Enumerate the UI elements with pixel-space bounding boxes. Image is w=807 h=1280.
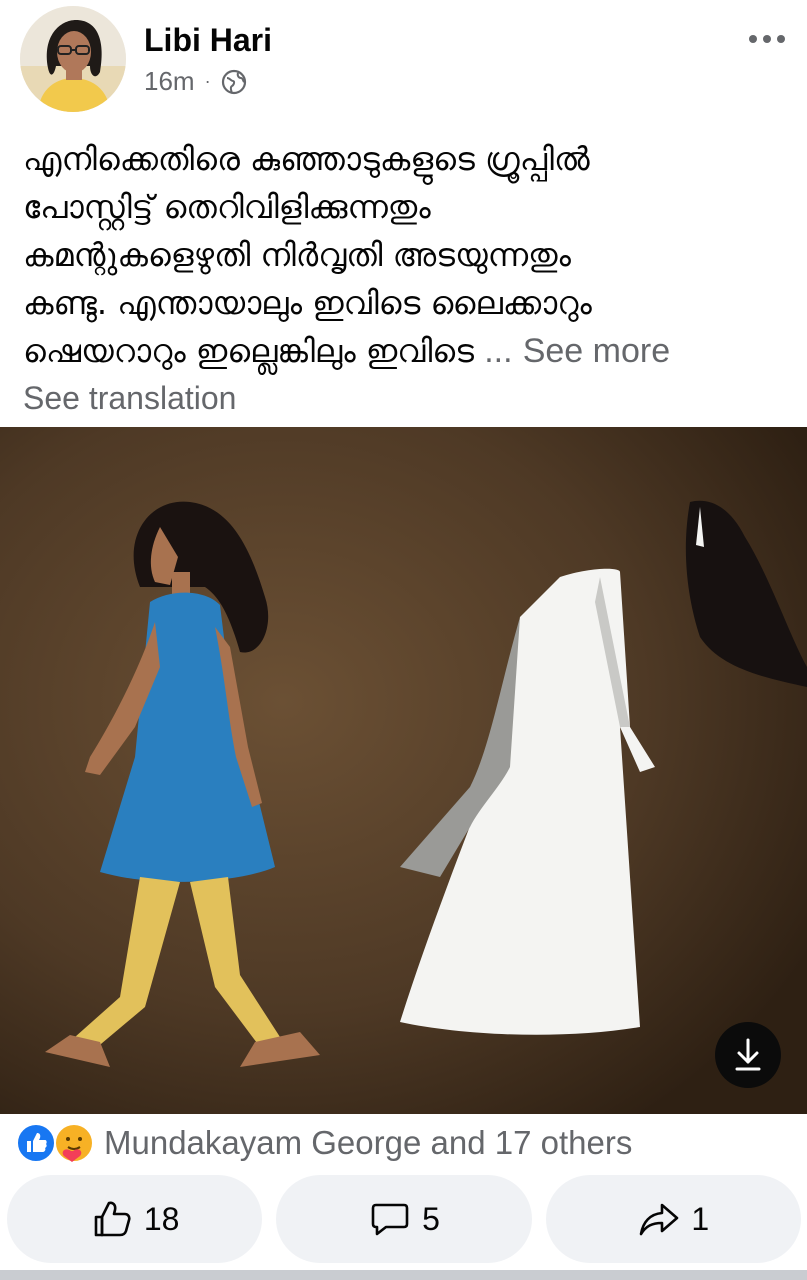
post-text: എനിക്കെതിരെ കുഞ്ഞാടുകളുടെ ഗ്രൂപ്പിൽ പോസ്… <box>23 135 793 375</box>
post-image[interactable] <box>0 427 807 1114</box>
like-icon <box>16 1123 56 1163</box>
author-name[interactable]: Libi Hari <box>144 22 272 59</box>
comment-button[interactable]: 5 <box>276 1175 532 1263</box>
reaction-summary-text: Mundakayam George and 17 others <box>104 1124 633 1161</box>
post-text-line: കമന്റുകളെഴുതി നിർവൃതി അടയുന്നതും <box>23 236 571 274</box>
reaction-icons <box>16 1121 100 1165</box>
post-divider <box>0 1270 807 1280</box>
post-text-line: കണ്ടു. എന്തായാലും ഇവിടെ ലൈക്കാറും <box>23 284 592 322</box>
download-icon <box>735 1038 761 1071</box>
download-button[interactable] <box>715 1022 781 1088</box>
post-text-line: എനിക്കെതിരെ കുഞ്ഞാടുകളുടെ ഗ്രൂപ്പിൽ <box>23 140 590 178</box>
globe-icon[interactable] <box>221 69 247 95</box>
comment-icon <box>371 1203 409 1236</box>
reactions-summary[interactable]: Mundakayam George and 17 others <box>16 1120 632 1166</box>
meta-separator: · <box>204 71 211 91</box>
share-button[interactable]: 1 <box>545 1175 801 1263</box>
like-button[interactable]: 18 <box>7 1175 263 1263</box>
ellipsis: ... <box>484 332 513 370</box>
post-meta: 16m · <box>144 66 247 97</box>
share-icon <box>640 1203 679 1236</box>
comment-count: 5 <box>422 1200 440 1237</box>
like-count: 18 <box>143 1200 180 1237</box>
see-more-link[interactable]: See more <box>523 332 670 370</box>
action-bar: 18 5 1 <box>7 1175 801 1263</box>
post-text-line: ഷെയറാറും ഇല്ലെങ്കിലും ഇവിടെ <box>23 332 475 370</box>
post-text-line-last: ഷെയറാറും ഇല്ലെങ്കിലും ഇവിടെ ... See more <box>23 327 793 375</box>
more-horizontal-icon[interactable] <box>747 24 787 54</box>
care-icon <box>54 1123 94 1163</box>
post-time[interactable]: 16m <box>144 66 195 97</box>
post-illustration <box>0 427 807 1114</box>
facebook-post: Libi Hari 16m · എനിക്കെതിരെ കുഞ്ഞാടുകളുട… <box>0 0 807 1280</box>
post-text-line: പോസ്റ്റിട്ട് തെറിവിളിക്കുന്നതും <box>23 188 431 226</box>
see-translation-link[interactable]: See translation <box>23 380 236 417</box>
post-header: Libi Hari 16m · <box>0 0 807 120</box>
thumbs-up-icon <box>94 1201 131 1237</box>
author-avatar[interactable] <box>20 6 126 112</box>
share-count: 1 <box>691 1200 710 1237</box>
